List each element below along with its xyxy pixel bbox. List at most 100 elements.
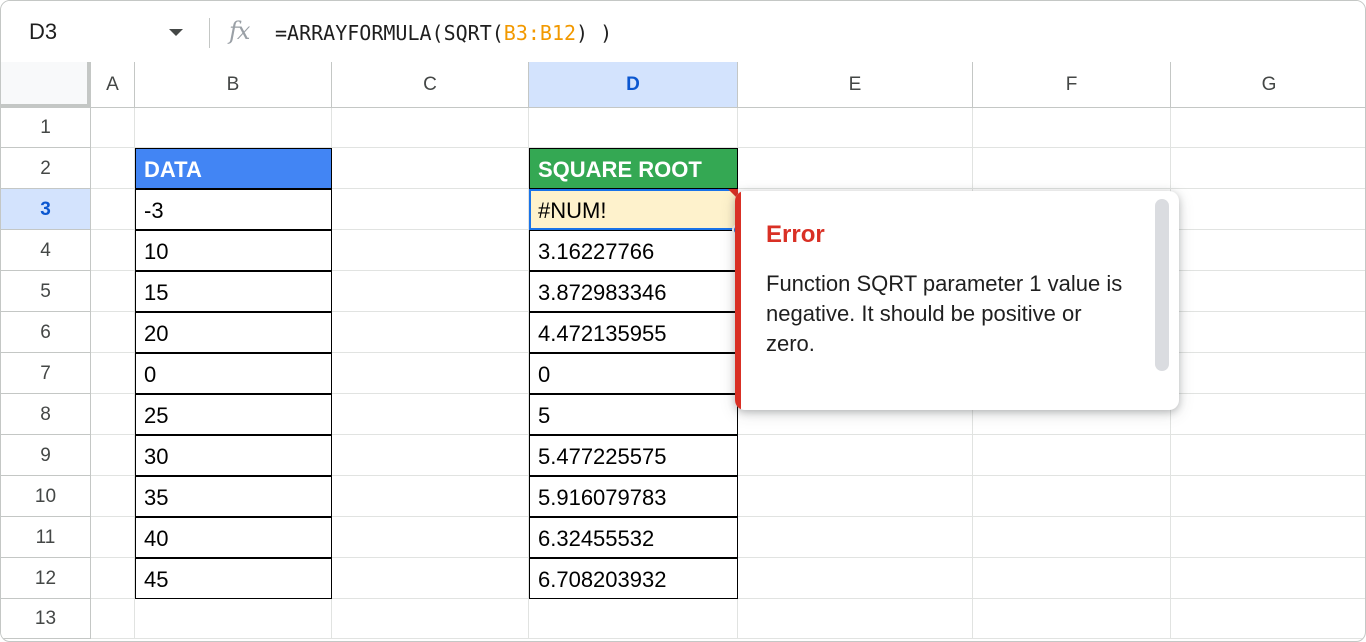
cell-a4[interactable] [91,230,135,271]
cell-g6[interactable] [1171,312,1365,353]
cell-g8[interactable] [1171,394,1365,435]
column-header-c[interactable]: C [332,62,529,108]
row-header-6[interactable]: 6 [1,312,91,353]
cell-b9[interactable]: 30 [135,435,332,476]
cell-c9[interactable] [332,435,529,476]
cell-g12[interactable] [1171,558,1365,599]
cell-g2[interactable] [1171,148,1365,189]
cell-d6[interactable]: 4.472135955 [529,312,738,353]
cell-d4[interactable]: 3.16227766 [529,230,738,271]
cell-e12[interactable] [738,558,973,599]
cell-f10[interactable] [973,476,1171,517]
cell-c8[interactable] [332,394,529,435]
cell-b5[interactable]: 15 [135,271,332,312]
row-header-4[interactable]: 4 [1,230,91,271]
result-header-cell[interactable]: SQUARE ROOT [529,148,738,189]
cell-b3[interactable]: -3 [135,189,332,230]
cell-g5[interactable] [1171,271,1365,312]
cell-f11[interactable] [973,517,1171,558]
row-header-10[interactable]: 10 [1,476,91,517]
cell-a9[interactable] [91,435,135,476]
chevron-down-icon[interactable] [169,29,183,36]
row-header-13[interactable]: 13 [1,599,91,639]
formula-input[interactable]: =ARRAYFORMULA(SQRT(B3:B12) ) [275,21,612,45]
cell-e11[interactable] [738,517,973,558]
cell-b8[interactable]: 25 [135,394,332,435]
row-header-1[interactable]: 1 [1,108,91,148]
cell-d1[interactable] [529,108,738,148]
cell-d11[interactable]: 6.32455532 [529,517,738,558]
cell-c1[interactable] [332,108,529,148]
row-header-12[interactable]: 12 [1,558,91,599]
cell-c6[interactable] [332,312,529,353]
cell-a11[interactable] [91,517,135,558]
cell-b1[interactable] [135,108,332,148]
cell-d12[interactable]: 6.708203932 [529,558,738,599]
column-header-b[interactable]: B [135,62,332,108]
cell-c5[interactable] [332,271,529,312]
cell-b7[interactable]: 0 [135,353,332,394]
cell-f2[interactable] [973,148,1171,189]
cell-g1[interactable] [1171,108,1365,148]
cell-e2[interactable] [738,148,973,189]
cell-d9[interactable]: 5.477225575 [529,435,738,476]
cell-e13[interactable] [738,599,973,639]
column-header-d[interactable]: D [529,62,738,108]
cell-a6[interactable] [91,312,135,353]
cell-c13[interactable] [332,599,529,639]
cell-a12[interactable] [91,558,135,599]
cell-d8[interactable]: 5 [529,394,738,435]
cell-g10[interactable] [1171,476,1365,517]
cell-d5[interactable]: 3.872983346 [529,271,738,312]
cell-a10[interactable] [91,476,135,517]
cell-d10[interactable]: 5.916079783 [529,476,738,517]
row-header-8[interactable]: 8 [1,394,91,435]
cell-b12[interactable]: 45 [135,558,332,599]
cell-a5[interactable] [91,271,135,312]
cell-g3[interactable] [1171,189,1365,230]
cell-a7[interactable] [91,353,135,394]
cell-c4[interactable] [332,230,529,271]
cell-b6[interactable]: 20 [135,312,332,353]
column-header-g[interactable]: G [1171,62,1365,108]
cell-e10[interactable] [738,476,973,517]
cell-g4[interactable] [1171,230,1365,271]
cell-g11[interactable] [1171,517,1365,558]
column-header-f[interactable]: F [973,62,1171,108]
cell-g9[interactable] [1171,435,1365,476]
cell-a3[interactable] [91,189,135,230]
cell-f1[interactable] [973,108,1171,148]
column-header-e[interactable]: E [738,62,973,108]
cell-d13[interactable] [529,599,738,639]
cell-c11[interactable] [332,517,529,558]
cell-g13[interactable] [1171,599,1365,639]
cell-c10[interactable] [332,476,529,517]
cell-a1[interactable] [91,108,135,148]
popup-scrollbar[interactable] [1155,199,1169,371]
cell-c12[interactable] [332,558,529,599]
row-header-7[interactable]: 7 [1,353,91,394]
select-all-corner[interactable] [1,62,91,108]
cell-b4[interactable]: 10 [135,230,332,271]
cell-c3[interactable] [332,189,529,230]
name-box[interactable]: D3 [29,19,57,45]
cell-b13[interactable] [135,599,332,639]
cell-d3[interactable]: #NUM! [529,189,738,230]
row-header-11[interactable]: 11 [1,517,91,558]
column-header-a[interactable]: A [91,62,135,108]
cell-e1[interactable] [738,108,973,148]
row-header-5[interactable]: 5 [1,271,91,312]
cell-a13[interactable] [91,599,135,639]
cell-f9[interactable] [973,435,1171,476]
cell-e9[interactable] [738,435,973,476]
cell-f13[interactable] [973,599,1171,639]
cell-d7[interactable]: 0 [529,353,738,394]
row-header-2[interactable]: 2 [1,148,91,189]
row-header-9[interactable]: 9 [1,435,91,476]
cell-a8[interactable] [91,394,135,435]
cell-g7[interactable] [1171,353,1365,394]
cell-b10[interactable]: 35 [135,476,332,517]
row-header-3[interactable]: 3 [1,189,91,230]
data-header-cell[interactable]: DATA [135,148,332,189]
cell-c2[interactable] [332,148,529,189]
